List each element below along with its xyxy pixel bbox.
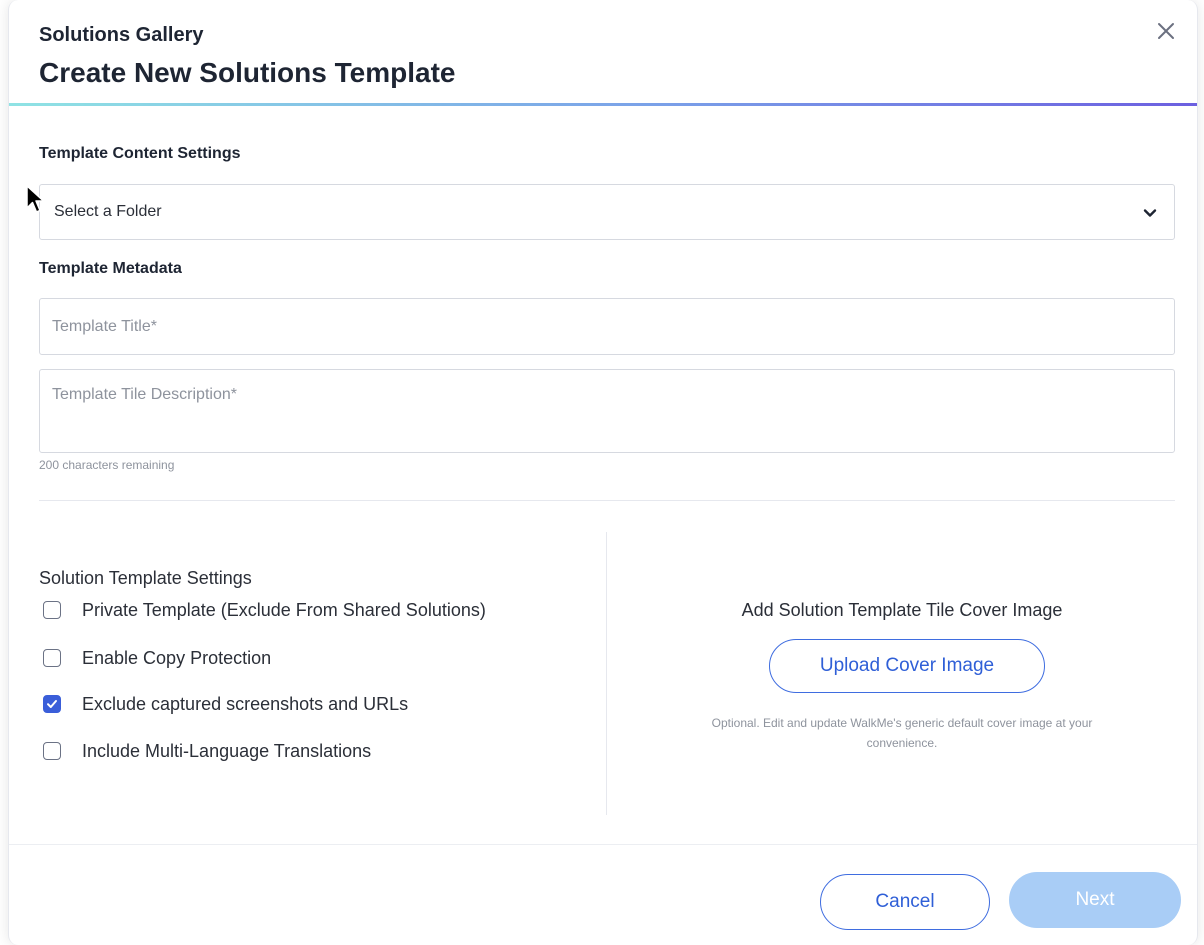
footer-divider: [9, 844, 1197, 845]
option-label: Enable Copy Protection: [82, 648, 272, 668]
option-label: Exclude captured screenshots and URLs: [82, 694, 409, 714]
template-title-input[interactable]: Template Title*: [39, 298, 1175, 355]
template-title-placeholder: Template Title*: [52, 318, 157, 335]
chevron-down-icon: [1143, 209, 1157, 217]
header-gradient-rule: [9, 103, 1197, 106]
checkmark-icon: [47, 700, 57, 708]
modal-header: Solutions Gallery Create New Solutions T…: [9, 0, 1197, 104]
cancel-button[interactable]: Cancel: [820, 874, 990, 930]
checkbox[interactable]: [43, 649, 61, 667]
checkbox-checked[interactable]: [43, 695, 61, 713]
content-settings-label: Template Content Settings: [39, 145, 241, 162]
cover-image-help: Optional. Edit and update WalkMe's gener…: [629, 713, 1175, 753]
column-divider: [606, 532, 607, 815]
folder-select[interactable]: Select a Folder: [39, 184, 1175, 240]
char-counter: 200 characters remaining: [39, 458, 175, 472]
solution-settings-label: Solution Template Settings: [39, 568, 252, 588]
checkbox[interactable]: [43, 601, 61, 619]
template-description-placeholder: Template Tile Description*: [52, 386, 237, 403]
upload-cover-image-button[interactable]: Upload Cover Image: [769, 639, 1045, 693]
metadata-label: Template Metadata: [39, 260, 182, 277]
folder-select-value: Select a Folder: [54, 203, 162, 220]
template-description-input[interactable]: Template Tile Description*: [39, 369, 1175, 453]
mouse-cursor-icon: [26, 185, 45, 213]
modal-title: Create New Solutions Template: [39, 57, 456, 88]
checkbox[interactable]: [43, 742, 61, 760]
cover-help-line: Optional. Edit and update WalkMe's gener…: [711, 716, 1093, 730]
modal-subtitle: Solutions Gallery: [39, 24, 204, 46]
close-icon: [1158, 23, 1174, 39]
next-button[interactable]: Next: [1009, 872, 1181, 928]
section-divider: [39, 500, 1175, 501]
cover-image-title: Add Solution Template Tile Cover Image: [741, 600, 1063, 620]
cover-help-line: convenience.: [866, 736, 938, 750]
create-template-modal: Solutions Gallery Create New Solutions T…: [8, 0, 1198, 945]
option-label: Private Template (Exclude From Shared So…: [82, 600, 486, 620]
close-button[interactable]: [1153, 18, 1179, 44]
option-label: Include Multi-Language Translations: [82, 741, 372, 761]
